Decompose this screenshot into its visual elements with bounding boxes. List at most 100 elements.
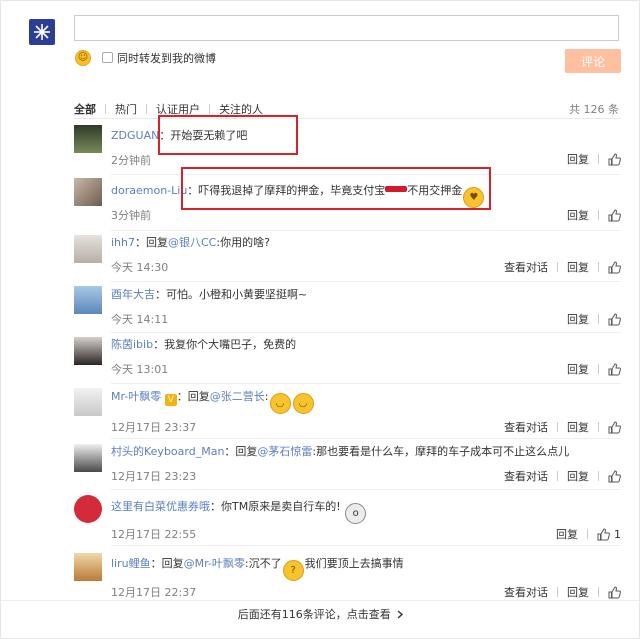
comment-actions: 查看对话 回复 <box>504 259 621 275</box>
comment-panel: ☺ 同时转发到我的微博 评论 全部 热门 认证用户 关注的人 共 126 条 Z… <box>0 0 640 639</box>
comment-actions: 回复 <box>567 361 621 377</box>
comment-item: Mr-叶飘零 V ：回复@张二营长:◡ ◡ 12月17日 23:37 查看对话 回复 <box>74 385 621 439</box>
action-divider <box>557 422 558 432</box>
comment-content: 酉年大吉：可怕。小橙和小黄要坚挺啊~ <box>111 286 621 302</box>
comment-text: : <box>264 390 269 403</box>
like-icon <box>608 362 621 375</box>
comment-prefix: ： <box>153 338 165 351</box>
comment-username[interactable]: 酉年大吉 <box>111 288 155 301</box>
reply-button[interactable]: 回复 <box>567 361 589 377</box>
reply-button[interactable]: 回复 <box>567 151 589 167</box>
reply-button[interactable]: 回复 <box>567 419 589 435</box>
action-divider <box>598 262 599 272</box>
comment-time: 12月17日 22:37 <box>111 586 197 599</box>
avatar[interactable] <box>74 235 102 263</box>
reply-button[interactable]: 回复 <box>567 259 589 275</box>
action-divider <box>587 529 588 539</box>
avatar[interactable] <box>74 178 102 206</box>
mention-link[interactable]: @茅石惊雷 <box>257 445 312 458</box>
comment-actions: 查看对话 回复 <box>504 419 621 435</box>
tab-hot[interactable]: 热门 <box>106 101 146 117</box>
view-conversation-button[interactable]: 查看对话 <box>504 259 548 275</box>
avatar[interactable] <box>74 388 102 416</box>
like-icon <box>608 312 621 325</box>
comment-prefix: ： <box>210 500 221 513</box>
thinking-emoji-icon: ? <box>282 560 304 581</box>
avatar[interactable] <box>74 444 102 472</box>
divider <box>111 230 621 231</box>
view-conversation-button[interactable]: 查看对话 <box>504 419 548 435</box>
comment-content: ihh7：回复@银八CC:你用的啥? <box>111 234 621 250</box>
repost-label[interactable]: 同时转发到我的微博 <box>117 50 216 66</box>
reply-button[interactable]: 回复 <box>567 584 589 600</box>
user-avatar-logo <box>29 19 55 45</box>
action-divider <box>598 210 599 220</box>
reply-button[interactable]: 回复 <box>567 311 589 327</box>
comment-username[interactable]: ihh7 <box>111 236 135 249</box>
like-icon <box>608 585 621 598</box>
comment-time: 12月17日 23:37 <box>111 421 197 434</box>
like-button[interactable] <box>608 208 621 222</box>
comment-username[interactable]: 这里有白菜优惠券哦 <box>111 500 210 513</box>
comment-textarea[interactable] <box>74 15 619 41</box>
comment-text: :那也要看是什么车，摩拜的车子成本可不止这么点儿 <box>312 445 570 458</box>
comment-username[interactable]: doraemon-Liu <box>111 184 187 197</box>
action-divider <box>557 587 558 597</box>
comment-item: 村头的Keyboard_Man：回复@茅石惊雷:那也要看是什么车，摩拜的车子成本… <box>74 442 621 492</box>
like-button[interactable] <box>608 362 621 376</box>
comment-actions: 回复 1 <box>556 526 621 542</box>
reply-button[interactable]: 回复 <box>556 526 578 542</box>
comment-username[interactable]: liru鲤鱼 <box>111 557 151 570</box>
mention-link[interactable]: @银八CC <box>168 236 216 249</box>
shocked-emoji-icon: o <box>345 503 367 524</box>
mention-link[interactable]: @张二营长 <box>210 390 265 403</box>
avatar[interactable] <box>74 337 102 365</box>
like-icon <box>608 420 621 433</box>
comment-text: 可怕。小橙和小黄要坚挺啊~ <box>166 288 308 301</box>
avatar[interactable] <box>74 495 102 523</box>
like-button[interactable] <box>608 260 621 274</box>
view-conversation-button[interactable]: 查看对话 <box>504 468 548 484</box>
emoji-icon[interactable]: ☺ <box>75 50 91 66</box>
like-icon <box>608 469 621 482</box>
comment-username[interactable]: 陈茵ibib <box>111 338 153 351</box>
avatar[interactable] <box>74 125 102 153</box>
like-button[interactable] <box>608 420 621 434</box>
comment-username[interactable]: ZDGUAN <box>111 129 159 142</box>
comment-time: 12月17日 23:23 <box>111 470 197 483</box>
action-divider <box>598 364 599 374</box>
comment-content: liru鲤鱼：回复@Mr-叶飘零:沉不了?我们要顶上去搞事情 <box>111 555 621 581</box>
comment-time: 今天 14:30 <box>111 261 169 274</box>
like-button[interactable] <box>608 469 621 483</box>
comment-username[interactable]: Mr-叶飘零 <box>111 390 161 403</box>
comment-text: 我们要顶上去搞事情 <box>304 557 404 570</box>
like-button[interactable] <box>608 152 621 166</box>
comment-username[interactable]: 村头的Keyboard_Man <box>111 445 224 458</box>
view-conversation-button[interactable]: 查看对话 <box>504 584 548 600</box>
load-more-label: 后面还有116条评论，点击查看 <box>237 608 391 621</box>
repost-checkbox[interactable] <box>102 52 113 63</box>
action-divider <box>598 314 599 324</box>
comment-actions: 回复 <box>567 151 621 167</box>
comment-prefix: ： <box>155 288 166 301</box>
comment-content: Mr-叶飘零 V ：回复@张二营长:◡ ◡ <box>111 388 621 414</box>
like-button[interactable] <box>608 312 621 326</box>
submit-comment-button[interactable]: 评论 <box>565 49 621 73</box>
comment-prefix: ：回复 <box>135 236 168 249</box>
divider <box>111 332 621 333</box>
vip-badge-icon: V <box>164 394 177 406</box>
avatar[interactable] <box>74 553 102 581</box>
comment-content: 这里有白菜优惠券哦：你TM原来是卖自行车的! o <box>111 498 621 524</box>
action-divider <box>598 154 599 164</box>
mention-link[interactable]: @Mr-叶飘零 <box>184 557 245 570</box>
reply-button[interactable]: 回复 <box>567 468 589 484</box>
comment-item: liru鲤鱼：回复@Mr-叶飘零:沉不了?我们要顶上去搞事情 12月17日 22… <box>74 550 621 600</box>
tab-all[interactable]: 全部 <box>74 101 105 117</box>
avatar[interactable] <box>74 286 102 314</box>
logo-star-icon <box>34 24 50 40</box>
like-button[interactable]: 1 <box>597 528 621 541</box>
action-divider <box>557 471 558 481</box>
like-button[interactable] <box>608 585 621 599</box>
reply-button[interactable]: 回复 <box>567 207 589 223</box>
load-more-comments-link[interactable]: 后面还有116条评论，点击查看 <box>1 606 640 622</box>
